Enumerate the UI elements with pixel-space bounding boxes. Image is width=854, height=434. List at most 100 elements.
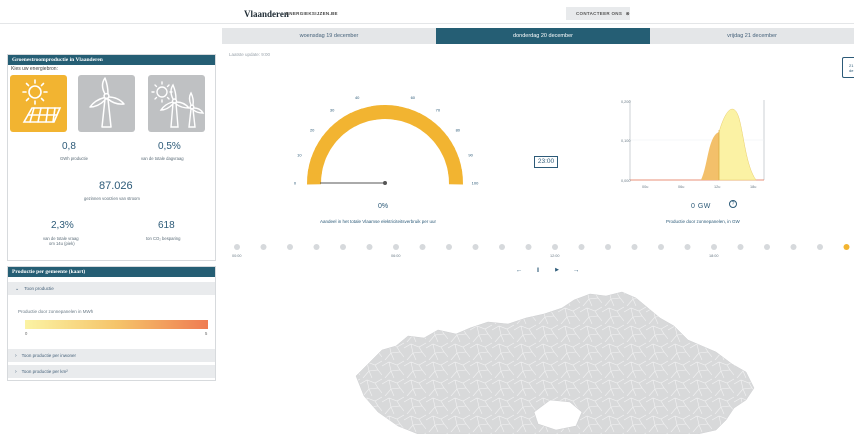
wind-turbine-icon [89, 77, 125, 128]
day-tabs: woensdag 19 december donderdag 20 decemb… [222, 28, 854, 44]
timeline-hour-dot[interactable] [605, 244, 611, 250]
brand-logo[interactable]: Vlaanderen [244, 9, 289, 19]
gauge-hub [383, 181, 387, 185]
co2-value: 618 [158, 220, 175, 231]
timeline-hour-dot[interactable] [525, 244, 532, 250]
accordion-per-resident[interactable]: › Toon productie per inwoner [8, 349, 215, 362]
timeline-hour-dot[interactable] [446, 244, 452, 250]
gauge-tick-label: 90 [468, 153, 473, 158]
legend-title: Productie door zonnepanelen in MWh [18, 309, 94, 314]
production-label: GWh productie [60, 156, 88, 161]
timeline-hour-dot[interactable] [472, 244, 479, 250]
close-icon: ⊗ [625, 11, 630, 16]
timeline-track [234, 244, 850, 250]
x-tick-label: 12u [714, 185, 720, 189]
production-chart: 0,200 0,100 0,000 00u 06u 12u 18u [621, 100, 765, 189]
tab-friday[interactable]: vrijdag 21 december [650, 28, 854, 44]
next-arrow-icon[interactable]: → [572, 267, 580, 276]
production-caption: Productie door zonnepanelen, in GW [666, 219, 740, 224]
timeline-hour-dot[interactable] [260, 244, 267, 250]
timeline-hour-dot[interactable] [817, 244, 823, 250]
gauge-value: 0% [378, 203, 389, 210]
sun-and-wind-icon [151, 81, 205, 128]
timeline-hour-dot[interactable] [366, 244, 373, 250]
production-value: 0,8 [62, 141, 76, 152]
pause-icon[interactable]: ‖ [534, 267, 542, 276]
solar-panel-icon [22, 79, 62, 123]
timeline-hour-dot[interactable] [684, 244, 691, 250]
x-tick-label: 00u [642, 185, 648, 189]
timeline-hour-dot[interactable] [737, 244, 744, 250]
source-choice-label: Kies uw energiebron: [11, 66, 58, 72]
timeline-hour-dot[interactable] [287, 244, 293, 250]
gauge-tick-label: 0 [294, 181, 297, 186]
chevron-right-icon: › [15, 369, 17, 375]
panel-title: Groenestroomproductie in Vlaanderen [8, 55, 215, 65]
share-gauge: 0102030405060708090100 [294, 96, 479, 186]
demand-value: 2,3% [51, 220, 74, 231]
demand-label-line2: om 14u (piek) [49, 241, 75, 246]
last-update-text: Laatste update: 9:00 [229, 52, 271, 57]
accordion-total-label: Toon productie [24, 286, 54, 291]
timeline-label: 12:00 [550, 254, 560, 258]
timeline-hour-dot[interactable] [711, 244, 717, 250]
accordion-total-production[interactable]: ⌄ Toon productie [8, 282, 215, 295]
play-icon[interactable]: ▶ [553, 267, 561, 276]
y-tick-label: 0,000 [621, 179, 631, 183]
accordion-per-km2[interactable]: › Toon productie per km² [8, 365, 215, 378]
source-combined-button[interactable] [148, 75, 205, 132]
gauge-tick-label: 100 [472, 181, 479, 186]
timeline-label: 00:00 [232, 254, 242, 258]
timeline-hour-dot[interactable] [843, 244, 850, 250]
timeline-hour-dot[interactable] [631, 244, 638, 250]
top-header: Vlaanderen ENERGIEKSIJZEN.BE CONTACTEER … [0, 0, 854, 24]
tab-thursday[interactable]: donderdag 20 december [436, 28, 650, 44]
y-tick-label: 0,100 [621, 139, 631, 143]
accordion-per-resident-label: Toon productie per inwoner [21, 353, 76, 358]
source-wind-button[interactable] [78, 75, 135, 132]
map-panel-title: Productie per gemeente (kaart) [8, 267, 215, 277]
legend-color-bar [25, 320, 208, 329]
households-value: 87.026 [99, 180, 133, 192]
calendar-icon[interactable]: 21 de [842, 57, 854, 78]
y-tick-label: 0,200 [621, 100, 631, 104]
timeline-label: 06:00 [391, 254, 401, 258]
timeline-hour-dot[interactable] [764, 244, 770, 250]
gauge-segment [447, 169, 463, 185]
timeline-hour-dot[interactable] [552, 244, 558, 250]
previous-arrow-icon[interactable]: ← [515, 267, 523, 276]
playback-controls: ← ‖ ▶ → [515, 267, 580, 276]
co2-label: ton CO₂ besparing [146, 236, 181, 241]
gauge-tick-label: 20 [310, 128, 315, 133]
timeline-hour-dot[interactable] [340, 244, 346, 250]
production-panel: Groenestroomproductie in Vlaanderen Kies… [7, 54, 216, 261]
households-label: gezinnen voorzien van stroom [84, 196, 140, 201]
x-tick-label: 06u [678, 185, 684, 189]
gauge-tick-label: 40 [355, 96, 360, 100]
chevron-right-icon: › [15, 353, 17, 359]
accordion-per-km2-label: Toon productie per km² [21, 369, 68, 374]
timeline-hour-dot[interactable] [393, 244, 399, 250]
legend-min: 0 [25, 331, 28, 336]
x-tick-label: 18u [750, 185, 756, 189]
timeline-hour-dot[interactable] [234, 244, 240, 250]
brand-subtitle[interactable]: ENERGIEKSIJZEN.BE [286, 11, 338, 16]
timeline-hour-dot[interactable] [790, 244, 797, 250]
map-settings-panel: Productie per gemeente (kaart) ⌄ Toon pro… [7, 266, 216, 381]
help-icon[interactable]: ? [729, 200, 737, 208]
timeline-hour-dot[interactable] [419, 244, 426, 250]
source-solar-button[interactable] [10, 75, 67, 132]
gauge-tick-label: 10 [297, 153, 302, 158]
municipality-map[interactable] [338, 288, 768, 434]
timeline-hour-dot[interactable] [578, 244, 585, 250]
time-display: 23:00 [534, 156, 558, 168]
legend-max: 5 [205, 331, 208, 336]
timeline-hour-dot[interactable] [313, 244, 320, 250]
tab-wednesday[interactable]: woensdag 19 december [222, 28, 436, 44]
chevron-down-icon: ⌄ [15, 286, 20, 292]
gauge-tick-label: 60 [411, 96, 416, 100]
share-label: van de totale dagvraag [141, 156, 184, 161]
contact-button[interactable]: CONTACTEER ONS ⊗ [566, 7, 630, 20]
timeline-hour-dot[interactable] [658, 244, 664, 250]
timeline-hour-dot[interactable] [499, 244, 505, 250]
